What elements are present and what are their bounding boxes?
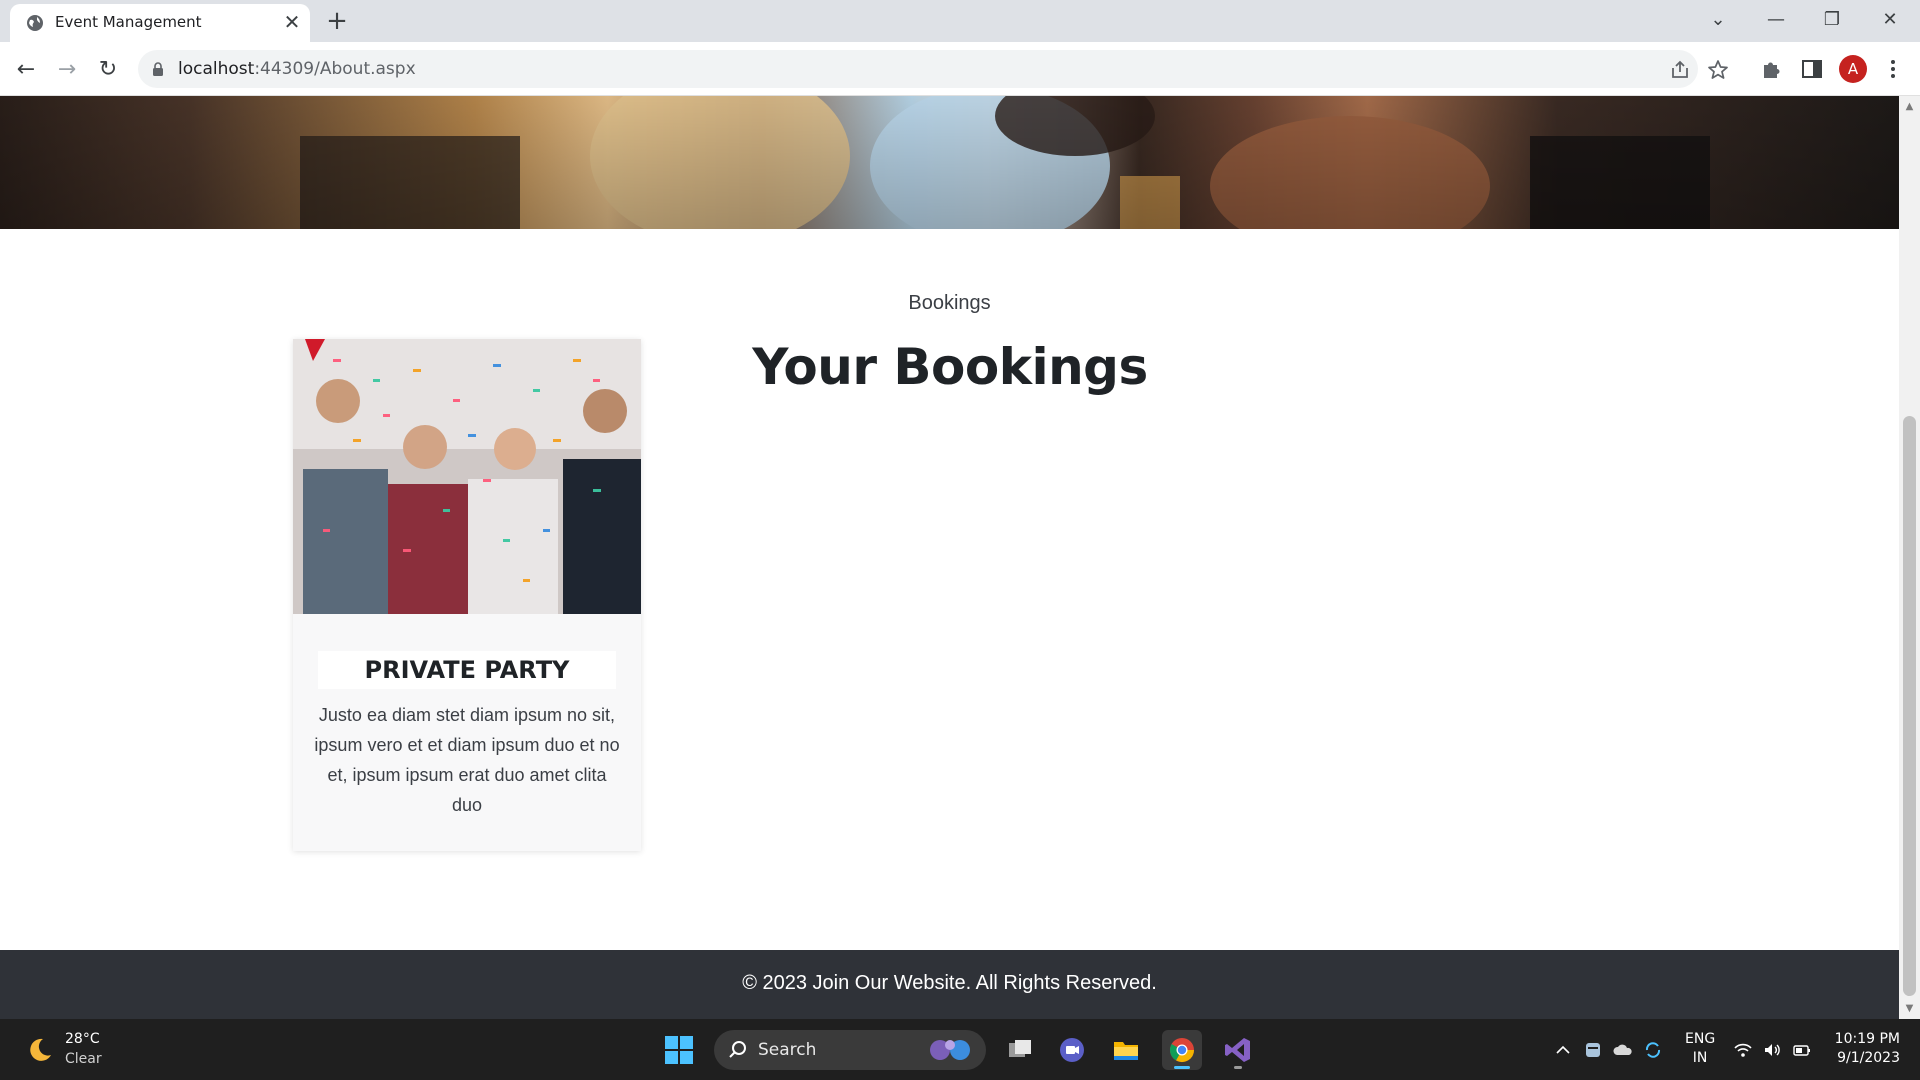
visual-studio-icon bbox=[1225, 1038, 1250, 1062]
scroll-down-arrow-icon[interactable]: ▼ bbox=[1899, 1000, 1920, 1018]
side-panel-icon[interactable] bbox=[1799, 56, 1825, 82]
scroll-up-arrow-icon[interactable]: ▲ bbox=[1899, 98, 1920, 116]
search-icon bbox=[729, 1041, 746, 1058]
active-app-indicator bbox=[1174, 1066, 1190, 1069]
visual-studio-taskbar-button[interactable] bbox=[1218, 1030, 1258, 1070]
browser-tab-strip: Event Management ✕ + ⌄ — ❐ ✕ bbox=[0, 0, 1920, 42]
profile-avatar[interactable]: A bbox=[1839, 55, 1867, 83]
storage-tray-icon[interactable] bbox=[1583, 1040, 1603, 1060]
folder-icon bbox=[1114, 1042, 1138, 1060]
forward-button[interactable]: → bbox=[51, 54, 83, 86]
more-menu-icon[interactable] bbox=[1880, 56, 1906, 82]
card-description: Justo ea diam stet diam ipsum no sit, ip… bbox=[314, 705, 620, 815]
teams-chat-icon bbox=[1060, 1038, 1084, 1062]
card-title-box: PRIVATE PARTY bbox=[318, 651, 616, 689]
input-language-indicator[interactable]: ENG IN bbox=[1685, 1030, 1715, 1068]
tab-title: Event Management bbox=[55, 13, 202, 31]
reload-button[interactable]: ↻ bbox=[92, 54, 124, 86]
back-button[interactable]: ← bbox=[10, 54, 42, 86]
onedrive-cloud-icon[interactable] bbox=[1613, 1040, 1633, 1060]
running-app-indicator bbox=[1234, 1066, 1242, 1069]
address-bar[interactable]: localhost:44309/About.aspx bbox=[138, 50, 1728, 88]
wifi-icon[interactable] bbox=[1733, 1040, 1753, 1060]
sync-tray-icon[interactable] bbox=[1643, 1040, 1663, 1060]
chrome-taskbar-button[interactable] bbox=[1162, 1030, 1202, 1070]
section-label: Bookings bbox=[908, 292, 991, 314]
page-title: Your Bookings bbox=[752, 338, 1148, 396]
tab-close-icon[interactable]: ✕ bbox=[280, 10, 304, 34]
close-window-button[interactable]: ✕ bbox=[1872, 4, 1908, 36]
chrome-icon bbox=[1169, 1038, 1194, 1063]
show-hidden-icons-chevron-icon[interactable] bbox=[1553, 1040, 1573, 1060]
weather-condition[interactable]: Clear bbox=[65, 1051, 102, 1067]
browser-tab[interactable]: Event Management ✕ bbox=[10, 4, 310, 42]
search-highlight-icon bbox=[930, 1040, 970, 1060]
bookmark-star-icon[interactable] bbox=[1706, 58, 1730, 82]
system-clock[interactable]: 10:19 PM 9/1/2023 bbox=[1830, 1030, 1900, 1068]
footer-copyright: © 2023 Join Our Website. All Rights Rese… bbox=[742, 972, 1157, 994]
weather-temperature[interactable]: 28°C bbox=[65, 1031, 100, 1047]
file-explorer-button[interactable] bbox=[1106, 1030, 1146, 1070]
hero-banner-image bbox=[0, 96, 1899, 229]
url-text[interactable]: localhost:44309/About.aspx bbox=[178, 59, 416, 79]
minimize-button[interactable]: — bbox=[1758, 4, 1794, 36]
extensions-puzzle-icon[interactable] bbox=[1759, 56, 1785, 82]
tab-search-chevron-icon[interactable]: ⌄ bbox=[1700, 4, 1736, 36]
volume-icon[interactable] bbox=[1762, 1040, 1782, 1060]
windows-start-icon[interactable] bbox=[664, 1035, 694, 1065]
new-tab-button[interactable]: + bbox=[322, 6, 352, 36]
lock-icon[interactable] bbox=[152, 62, 164, 76]
card-title: PRIVATE PARTY bbox=[364, 656, 570, 684]
page-footer: © 2023 Join Our Website. All Rights Rese… bbox=[0, 950, 1899, 1019]
page-scrollbar[interactable]: ▲ ▼ bbox=[1899, 96, 1920, 1019]
booking-card[interactable]: PRIVATE PARTY Justo ea diam stet diam ip… bbox=[293, 339, 641, 851]
task-view-button[interactable] bbox=[1000, 1030, 1040, 1070]
battery-icon[interactable] bbox=[1792, 1040, 1812, 1060]
windows-taskbar: 28°C Clear Search ENG IN 10:19 PM 9/1/20… bbox=[0, 1019, 1920, 1080]
browser-toolbar: ← → ↻ localhost:44309/About.aspx bbox=[0, 42, 1920, 96]
moon-weather-icon[interactable] bbox=[24, 1035, 54, 1065]
taskbar-search-box[interactable]: Search bbox=[714, 1030, 986, 1070]
restore-button[interactable]: ❐ bbox=[1814, 4, 1850, 36]
teams-chat-button[interactable] bbox=[1052, 1030, 1092, 1070]
share-icon[interactable] bbox=[1668, 58, 1692, 82]
search-label: Search bbox=[758, 1040, 817, 1060]
party-image bbox=[293, 339, 641, 614]
globe-icon bbox=[27, 15, 43, 31]
scrollbar-thumb[interactable] bbox=[1903, 416, 1916, 996]
task-view-icon bbox=[1009, 1040, 1031, 1057]
